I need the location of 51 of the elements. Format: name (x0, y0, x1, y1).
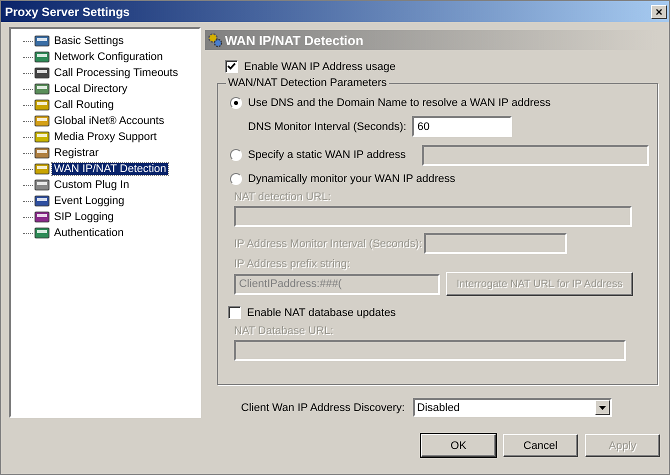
setting-icon (34, 209, 50, 225)
tree-item[interactable]: Media Proxy Support (52, 131, 159, 143)
tree-item[interactable]: Global iNet® Accounts (52, 115, 166, 127)
tree-item[interactable]: Local Directory (52, 83, 130, 95)
setting-icon (34, 225, 50, 241)
panel-title: WAN IP/NAT Detection (225, 32, 364, 48)
checkbox[interactable] (225, 60, 238, 73)
radio-label: Use DNS and the Domain Name to resolve a WAN IP address (248, 97, 551, 109)
tree-item[interactable]: Network Configuration (52, 51, 165, 63)
tree-item[interactable]: Registrar (52, 147, 101, 159)
tree-item[interactable]: Call Routing (52, 99, 116, 111)
field-label: NAT Database URL: (234, 325, 334, 337)
radio-label: Specify a static WAN IP address (248, 149, 407, 161)
tree-item[interactable]: WAN IP/NAT Detection (52, 163, 168, 175)
gear-icon (207, 32, 223, 48)
checkbox-label: Enable WAN IP Address usage (244, 60, 396, 72)
setting-icon (34, 129, 50, 145)
field-label: Client Wan IP Address Discovery: (241, 402, 406, 414)
setting-icon (34, 113, 50, 129)
tree-item[interactable]: SIP Logging (52, 211, 116, 223)
field-label: NAT detection URL: (234, 191, 332, 203)
setting-icon (34, 33, 50, 49)
radio-label: Dynamically monitor your WAN IP address (248, 173, 456, 185)
radio-button[interactable] (230, 97, 242, 109)
setting-icon (34, 161, 50, 177)
field-label: IP Address Monitor Interval (Seconds): (234, 238, 422, 250)
dialog-button[interactable]: Cancel (503, 434, 578, 457)
setting-icon (34, 49, 50, 65)
dropdown[interactable]: Disabled (413, 398, 612, 417)
window-title: Proxy Server Settings (5, 4, 130, 18)
setting-icon (34, 97, 50, 113)
field-label: IP Address prefix string: (234, 258, 351, 270)
tree-item[interactable]: Call Processing Timeouts (52, 67, 180, 79)
group-title: WAN/NAT Detection Parameters (227, 77, 388, 89)
setting-icon (34, 145, 50, 161)
close-button[interactable]: × (651, 4, 667, 18)
input-field[interactable]: 60 (412, 116, 512, 137)
setting-icon (34, 193, 50, 209)
setting-icon (34, 65, 50, 81)
setting-icon (34, 81, 50, 97)
radio-button[interactable] (230, 149, 242, 161)
field-label: DNS Monitor Interval (Seconds): (248, 120, 406, 132)
tree-item[interactable]: Custom Plug In (52, 179, 132, 191)
checkbox[interactable] (228, 306, 241, 319)
dialog-button[interactable]: OK (421, 434, 496, 457)
tree-item[interactable]: Event Logging (52, 195, 126, 207)
tree-item[interactable]: Authentication (52, 227, 126, 239)
radio-button[interactable] (230, 173, 242, 185)
caret-icon (599, 406, 606, 410)
tree-item[interactable]: Basic Settings (52, 35, 126, 47)
checkbox-label: Enable NAT database updates (247, 306, 396, 318)
